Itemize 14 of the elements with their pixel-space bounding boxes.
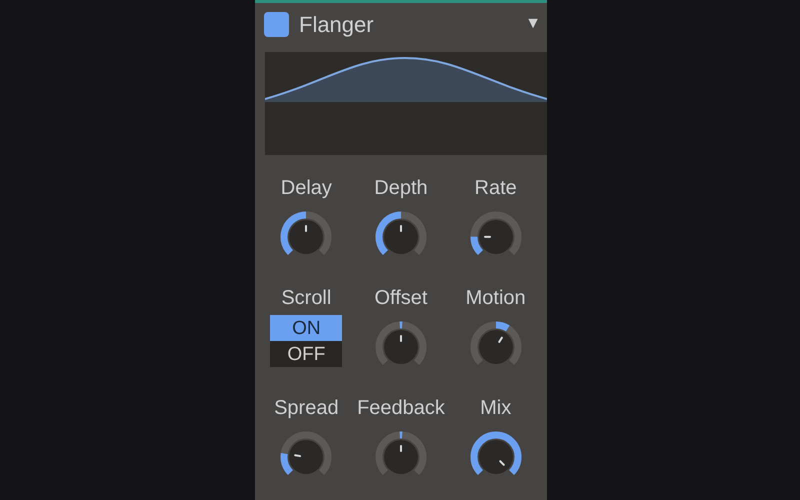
toggle-option[interactable]: ON	[270, 315, 342, 341]
menu-dropdown[interactable]: ▼	[523, 12, 543, 36]
control-label: Rate	[474, 176, 517, 201]
control-label: Mix	[480, 396, 512, 421]
control-label: Feedback	[357, 396, 445, 421]
control-label: Scroll	[281, 286, 332, 311]
color-swatch[interactable]	[264, 12, 289, 36]
control-label: Spread	[274, 396, 339, 421]
control-label: Depth	[374, 176, 428, 201]
control-label: Offset	[374, 286, 428, 311]
effect-title: Flanger	[299, 10, 374, 39]
toggle-option[interactable]: OFF	[270, 341, 342, 367]
control-label: Delay	[280, 176, 332, 201]
control-label: Motion	[466, 286, 526, 311]
